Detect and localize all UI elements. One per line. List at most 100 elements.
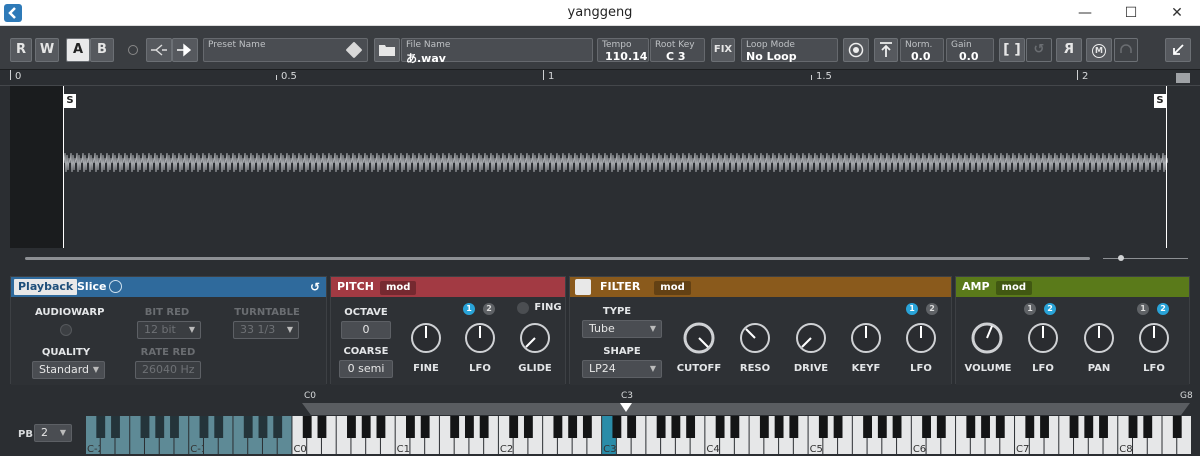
filter-shape-dropdown[interactable]: LP24 ▼ (582, 360, 662, 378)
black-key[interactable] (627, 416, 637, 438)
amp-lfo-2-2-badge[interactable]: 2 (1157, 303, 1169, 315)
black-key[interactable] (553, 416, 563, 438)
piano-keyboard[interactable]: C-2 C-1 C0 C1 C2 C3 C4 C5 C6 C7 C8 (86, 416, 1192, 454)
glide-knob-icon[interactable] (518, 321, 552, 355)
black-key[interactable] (833, 416, 843, 438)
ruler-menu-icon[interactable] (1176, 73, 1190, 83)
amp-lfo-2-knob-icon[interactable] (1137, 321, 1171, 355)
end-marker-line[interactable] (1166, 86, 1167, 248)
black-key[interactable] (243, 416, 253, 438)
black-key[interactable] (612, 416, 622, 438)
black-key[interactable] (1025, 416, 1035, 438)
keyf-knob-icon[interactable] (849, 321, 883, 355)
black-key[interactable] (1172, 416, 1182, 438)
file-name-field[interactable]: File Name あ.wav (401, 38, 593, 65)
minimize-button[interactable]: — (1062, 0, 1108, 26)
end-marker[interactable]: S (1154, 94, 1166, 108)
black-key[interactable] (140, 416, 150, 438)
horizontal-scrollbar[interactable] (25, 257, 1090, 260)
start-marker[interactable]: S (64, 94, 76, 108)
routing-icon[interactable] (172, 38, 198, 62)
key-range-bar[interactable] (302, 403, 1190, 415)
black-key[interactable] (302, 416, 312, 438)
pitch-mod-tab[interactable]: mod (379, 281, 417, 295)
b-button[interactable]: B (90, 38, 114, 62)
amp-lfo-2-badge[interactable]: 2 (1044, 303, 1056, 315)
filter-lfo-1-badge[interactable]: 1 (906, 303, 918, 315)
compare-led-icon[interactable] (128, 45, 138, 55)
normalize-field[interactable]: Norm. 0.0 (900, 38, 944, 63)
black-key[interactable] (936, 416, 946, 438)
black-key[interactable] (789, 416, 799, 438)
black-key[interactable] (361, 416, 371, 438)
audiowarp-toggle-icon[interactable] (60, 324, 72, 336)
pitch-lfo-knob-icon[interactable] (463, 321, 497, 355)
zoom-slider-handle[interactable] (1118, 255, 1124, 261)
black-key[interactable] (1099, 416, 1108, 438)
black-key[interactable] (981, 416, 990, 438)
maximize-button[interactable]: ☐ (1108, 0, 1154, 26)
black-key[interactable] (671, 416, 681, 438)
fine-knob-icon[interactable] (409, 321, 443, 355)
black-key[interactable] (523, 416, 533, 438)
black-key[interactable] (479, 416, 489, 438)
fix-button[interactable]: FIX (711, 38, 735, 62)
turntable-dropdown[interactable]: 33 1/3 ▼ (233, 321, 299, 339)
black-key[interactable] (759, 416, 769, 438)
lfo-1-badge[interactable]: 1 (463, 303, 475, 315)
black-key[interactable] (464, 416, 474, 438)
headphones-icon[interactable] (1114, 38, 1138, 62)
black-key[interactable] (863, 416, 872, 438)
pitchbend-range-dropdown[interactable]: 2 ▼ (34, 424, 72, 442)
reset-icon[interactable]: ↺ (310, 277, 320, 297)
write-button[interactable]: W (35, 38, 59, 62)
black-key[interactable] (818, 416, 828, 438)
preset-name-field[interactable]: Preset Name (203, 38, 368, 62)
filter-power-icon[interactable] (575, 279, 591, 295)
black-key[interactable] (1040, 416, 1049, 438)
lfo-2-badge[interactable]: 2 (483, 303, 495, 315)
filter-type-dropdown[interactable]: Tube ▼ (582, 320, 662, 338)
close-button[interactable]: ✕ (1154, 0, 1200, 26)
pan-knob-icon[interactable] (1082, 321, 1116, 355)
quality-dropdown[interactable]: Standard ▼ (32, 361, 105, 379)
tab-playback[interactable]: Playback (14, 279, 78, 295)
black-key[interactable] (686, 416, 696, 438)
filter-lfo-knob-icon[interactable] (904, 321, 938, 355)
one-shot-icon[interactable] (843, 38, 869, 62)
rate-red-field[interactable]: 26040 Hz (135, 361, 201, 379)
collapse-icon[interactable] (1165, 38, 1191, 62)
black-key[interactable] (656, 416, 666, 438)
black-key[interactable] (450, 416, 460, 438)
root-key-marker-icon[interactable] (620, 403, 632, 412)
mute-icon[interactable]: M (1086, 38, 1112, 62)
black-key[interactable] (1084, 416, 1094, 438)
black-key[interactable] (922, 416, 931, 438)
octave-field[interactable]: 0 (341, 321, 391, 339)
save-preset-icon[interactable] (345, 41, 363, 59)
tempo-field[interactable]: Tempo 110.14 (597, 38, 649, 63)
black-key[interactable] (347, 416, 356, 438)
black-key[interactable] (170, 416, 179, 438)
time-ruler[interactable]: 0 0.5 1 1.5 2 (0, 70, 1200, 86)
black-key[interactable] (966, 416, 976, 438)
gain-field[interactable]: Gain 0.0 (946, 38, 994, 63)
crop-button[interactable]: [ ] (999, 38, 1025, 62)
zoom-slider[interactable] (1103, 258, 1188, 259)
black-key[interactable] (199, 416, 209, 438)
black-key[interactable] (155, 416, 165, 438)
loop-mode-dropdown[interactable]: Loop Mode No Loop (741, 38, 838, 63)
waveform-display[interactable]: S S (10, 86, 1190, 248)
amp-mod-tab[interactable]: mod (995, 281, 1032, 295)
root-key-field[interactable]: Root Key C 3 (650, 38, 705, 63)
normalize-icon[interactable] (874, 38, 898, 62)
fing-toggle-icon[interactable] (517, 302, 529, 314)
reso-knob-icon[interactable] (738, 321, 772, 355)
black-key[interactable] (892, 416, 902, 438)
reverse-button[interactable]: R (1056, 38, 1082, 62)
black-key[interactable] (568, 416, 578, 438)
black-key[interactable] (774, 416, 784, 438)
black-key[interactable] (995, 416, 1005, 438)
black-key[interactable] (1128, 416, 1138, 438)
volume-knob-icon[interactable] (970, 321, 1004, 355)
